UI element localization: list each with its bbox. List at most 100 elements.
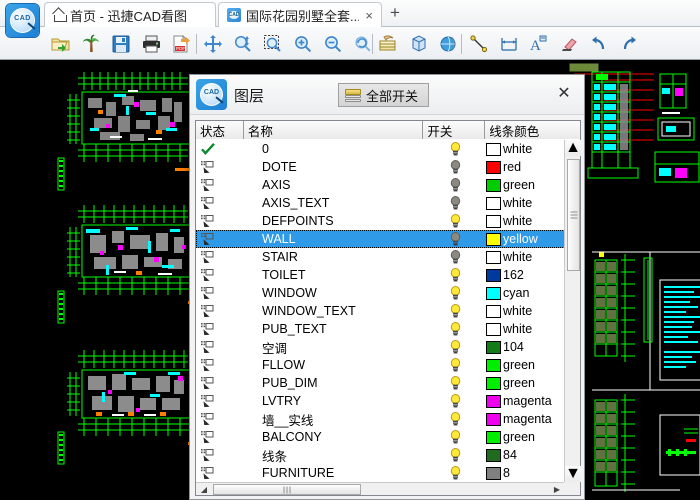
layer-row[interactable]: STAIR white: [196, 248, 565, 266]
color-swatch[interactable]: [486, 448, 501, 462]
layer-row[interactable]: FLLOW green: [196, 356, 565, 374]
column-header-name[interactable]: 名称: [243, 121, 424, 139]
layer-color[interactable]: white: [486, 142, 565, 156]
lightbulb-on-icon[interactable]: [424, 322, 486, 336]
select-layer-icon[interactable]: [196, 251, 244, 263]
color-swatch[interactable]: [486, 286, 501, 300]
vertical-scrollbar[interactable]: ▲ ▼: [564, 139, 581, 482]
select-layer-icon[interactable]: [196, 431, 244, 443]
lightbulb-on-icon[interactable]: [424, 412, 486, 426]
open-folder-button[interactable]: [48, 31, 74, 57]
lightbulb-on-icon[interactable]: [424, 376, 486, 390]
layer-color[interactable]: 84: [486, 448, 565, 462]
lightbulb-on-icon[interactable]: [424, 268, 486, 282]
select-layer-icon[interactable]: [196, 269, 244, 281]
layer-row[interactable]: DEFPOINTS white: [196, 212, 565, 230]
select-layer-icon[interactable]: [196, 413, 244, 425]
color-swatch[interactable]: [486, 340, 501, 354]
select-layer-icon[interactable]: [196, 377, 244, 389]
undo-button[interactable]: [586, 31, 612, 57]
select-layer-icon[interactable]: [196, 179, 244, 191]
color-swatch[interactable]: [486, 430, 501, 444]
measure-dimension-button[interactable]: [496, 31, 522, 57]
lightbulb-on-icon[interactable]: [424, 304, 486, 318]
column-header-color[interactable]: 线条颜色: [485, 121, 580, 139]
layer-row[interactable]: TOILET 162: [196, 266, 565, 284]
layer-row[interactable]: AXIS green: [196, 176, 565, 194]
layer-color[interactable]: cyan: [486, 286, 565, 300]
color-swatch[interactable]: [486, 196, 501, 210]
lightbulb-on-icon[interactable]: [424, 466, 486, 480]
layer-row[interactable]: BALCONY green: [196, 428, 565, 446]
color-swatch[interactable]: [486, 232, 501, 246]
lightbulb-off-icon[interactable]: [424, 196, 486, 210]
color-swatch[interactable]: [486, 466, 501, 480]
layer-row[interactable]: DOTE red: [196, 158, 565, 176]
layer-name[interactable]: 墙__实线: [244, 410, 424, 429]
lightbulb-off-icon[interactable]: [424, 232, 486, 246]
tab-document[interactable]: CAD 国际花园别墅全套... ×: [218, 2, 382, 27]
layer-name[interactable]: DEFPOINTS: [244, 214, 424, 228]
color-swatch[interactable]: [486, 304, 501, 318]
layer-color[interactable]: white: [486, 322, 565, 336]
measure-line-button[interactable]: [466, 31, 492, 57]
new-tab-button[interactable]: +: [390, 4, 400, 21]
pan-move-button[interactable]: [200, 31, 226, 57]
lightbulb-off-icon[interactable]: [424, 160, 486, 174]
layer-color[interactable]: white: [486, 196, 565, 210]
select-layer-icon[interactable]: [196, 305, 244, 317]
zoom-in-button[interactable]: [290, 31, 316, 57]
layer-name[interactable]: AXIS: [244, 178, 424, 192]
select-layer-icon[interactable]: [196, 233, 244, 245]
lightbulb-on-icon[interactable]: [424, 430, 486, 444]
select-layer-icon[interactable]: [196, 467, 244, 479]
scroll-right-button[interactable]: ▶: [550, 483, 564, 496]
layer-row[interactable]: WALL yellow: [196, 230, 565, 248]
tab-home[interactable]: 首页 - 迅捷CAD看图: [44, 2, 216, 27]
select-layer-icon[interactable]: [196, 215, 244, 227]
select-layer-icon[interactable]: [196, 287, 244, 299]
select-layer-icon[interactable]: [196, 359, 244, 371]
select-layer-icon[interactable]: [196, 323, 244, 335]
lightbulb-on-icon[interactable]: [424, 142, 486, 156]
layer-row[interactable]: WINDOW_TEXT white: [196, 302, 565, 320]
layer-name[interactable]: FURNITURE: [244, 466, 424, 480]
zoom-dynamic-button[interactable]: [230, 31, 256, 57]
layer-name[interactable]: 0: [244, 142, 424, 156]
lightbulb-off-icon[interactable]: [424, 250, 486, 264]
layer-row[interactable]: 空调 104: [196, 338, 565, 356]
zoom-window-button[interactable]: [260, 31, 286, 57]
column-header-switch[interactable]: 开关: [423, 121, 486, 139]
color-swatch[interactable]: [486, 322, 501, 336]
lightbulb-off-icon[interactable]: [424, 178, 486, 192]
horizontal-scrollbar[interactable]: ◢ ▶: [196, 482, 564, 495]
select-layer-icon[interactable]: [196, 161, 244, 173]
close-icon[interactable]: ✕: [554, 83, 574, 103]
layer-row[interactable]: LVTRY magenta: [196, 392, 565, 410]
layer-name[interactable]: WINDOW: [244, 286, 424, 300]
layer-name[interactable]: STAIR: [244, 250, 424, 264]
layer-color[interactable]: 104: [486, 340, 565, 354]
layers-row-list[interactable]: 0 white DOTE red AXIS green AXIS_TEXT white DEFP…: [196, 140, 565, 482]
horizontal-scrollbar-thumb[interactable]: [213, 484, 361, 495]
print-button[interactable]: [138, 31, 164, 57]
current-layer-check-icon[interactable]: [196, 142, 244, 156]
color-swatch[interactable]: [486, 250, 501, 264]
layer-color[interactable]: green: [486, 430, 565, 444]
layer-row[interactable]: AXIS_TEXT white: [196, 194, 565, 212]
layer-name[interactable]: PUB_TEXT: [244, 322, 424, 336]
layer-color[interactable]: 162: [486, 268, 565, 282]
layers-button[interactable]: [376, 31, 402, 57]
layer-row[interactable]: FURNITURE 8: [196, 464, 565, 482]
color-swatch[interactable]: [486, 394, 501, 408]
color-swatch[interactable]: [486, 214, 501, 228]
lightbulb-on-icon[interactable]: [424, 394, 486, 408]
palm-tree-button[interactable]: [78, 31, 104, 57]
text-annotate-button[interactable]: A: [526, 31, 552, 57]
lightbulb-on-icon[interactable]: [424, 448, 486, 462]
layer-row[interactable]: PUB_DIM green: [196, 374, 565, 392]
tab-close-button[interactable]: ×: [359, 9, 373, 22]
layer-color[interactable]: white: [486, 304, 565, 318]
scroll-up-button[interactable]: ▲: [565, 139, 581, 156]
color-swatch[interactable]: [486, 412, 501, 426]
